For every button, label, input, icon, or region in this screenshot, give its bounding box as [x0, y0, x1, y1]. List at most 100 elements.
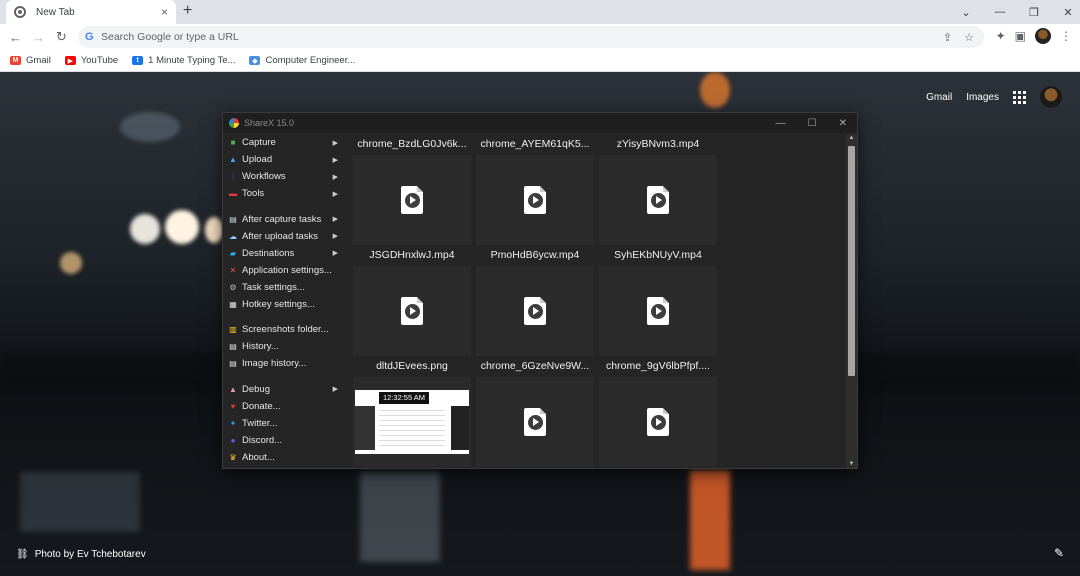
bookmark-star-icon[interactable]: ☆ — [964, 31, 974, 44]
browser-chrome: New Tab × + ⌄ — ❐ ✕ ← → ↻ G Search Googl… — [0, 0, 1080, 72]
menu-item-after-upload-tasks[interactable]: ☁ After upload tasks ▶ — [223, 228, 343, 245]
omnibox-input[interactable]: Search Google or type a URL — [101, 31, 943, 43]
menu-item-after-capture-tasks[interactable]: ▤ After capture tasks ▶ — [223, 211, 343, 228]
sharex-minimize-button[interactable]: — — [776, 118, 786, 129]
tab-strip: New Tab × + ⌄ — ❐ ✕ — [0, 0, 1080, 24]
tab-title: New Tab — [36, 6, 75, 18]
scroll-down-arrow-icon[interactable]: ▼ — [846, 461, 857, 467]
file-thumbnail[interactable] — [476, 155, 594, 245]
google-apps-icon[interactable] — [1013, 90, 1026, 104]
typing-icon: t — [132, 56, 144, 65]
file-thumbnail[interactable] — [599, 155, 717, 245]
omnibox[interactable]: G Search Google or type a URL ⇪ ☆ — [78, 26, 984, 48]
submenu-arrow-icon: ▶ — [332, 386, 338, 393]
bookmark-typing[interactable]: t 1 Minute Typing Te... — [132, 55, 235, 66]
customize-pencil-icon[interactable]: ✎ — [1054, 546, 1064, 560]
menu-item-label: Hotkey settings... — [242, 298, 315, 310]
after-capture-icon: ▤ — [229, 214, 237, 224]
file-tile[interactable]: dltdJEvees.png 12:32:55 AM — [353, 357, 471, 467]
bookmark-gmail[interactable]: M Gmail — [10, 55, 51, 66]
menu-item-workflows[interactable]: ⁞ Workflows ▶ — [223, 168, 343, 185]
sharex-titlebar[interactable]: ShareX 15.0 — ☐ ✕ — [223, 113, 857, 133]
file-tile[interactable]: chrome_9gV6lbPfpf.... — [599, 357, 717, 467]
task-settings-icon: ⚙ — [229, 282, 237, 292]
back-arrow-icon[interactable]: ← — [4, 30, 27, 45]
menu-item-label: History... — [242, 341, 279, 352]
submenu-arrow-icon: ▶ — [332, 216, 338, 223]
scroll-up-arrow-icon[interactable]: ▲ — [846, 135, 857, 141]
extensions-puzzle-icon[interactable]: ✦ — [996, 29, 1006, 43]
file-thumbnail[interactable] — [353, 155, 471, 245]
tab-search-icon[interactable]: ⌄ — [949, 6, 983, 19]
new-tab-button[interactable]: + — [183, 2, 192, 20]
forward-arrow-icon[interactable]: → — [27, 30, 50, 45]
close-window-button[interactable]: ✕ — [1051, 6, 1080, 19]
tab-new-tab[interactable]: New Tab × — [6, 0, 176, 24]
photo-credit[interactable]: ⛓ Photo by Ev Tchebotarev — [16, 549, 146, 560]
menu-item-screenshots-folder[interactable]: ▥ Screenshots folder... — [223, 321, 343, 338]
file-tile[interactable]: zYisyBNvm3.mp4 — [599, 135, 717, 245]
side-panel-icon[interactable]: ▣ — [1015, 29, 1026, 43]
bookmark-diamond[interactable]: ◆ Computer Engineer... — [249, 55, 355, 66]
menu-item-debug[interactable]: ▲ Debug ▶ — [223, 381, 343, 398]
tab-close-icon[interactable]: × — [161, 5, 168, 19]
menu-item-donate[interactable]: ♥ Donate... — [223, 398, 343, 415]
file-tile[interactable]: chrome_AYEM61qK5... — [476, 135, 594, 245]
minimize-button[interactable]: — — [983, 6, 1017, 18]
file-thumbnail[interactable] — [599, 377, 717, 467]
kebab-menu-icon[interactable]: ⋮ — [1060, 29, 1072, 43]
bookmark-youtube[interactable]: ▶ YouTube — [64, 55, 118, 66]
bokeh-light — [700, 72, 730, 108]
workflows-icon: ⁞ — [231, 172, 235, 181]
video-file-icon — [401, 186, 423, 214]
destinations-icon: ▰ — [229, 248, 237, 258]
sharex-close-button[interactable]: ✕ — [839, 118, 847, 129]
youtube-icon: ▶ — [64, 56, 76, 65]
profile-avatar-icon[interactable] — [1035, 28, 1051, 44]
menu-item-upload[interactable]: ▲ Upload ▶ — [223, 151, 343, 168]
sharex-scrollbar[interactable]: ▲ ▼ — [846, 134, 857, 468]
file-tile[interactable]: chrome_BzdLG0Jv6k... — [353, 135, 471, 245]
scrollbar-thumb[interactable] — [848, 146, 855, 376]
menu-item-about[interactable]: ♛ About... — [223, 449, 343, 466]
menu-item-application-settings[interactable]: ✕ Application settings... — [223, 262, 343, 279]
menu-item-label: Upload — [242, 154, 273, 165]
menu-item-task-settings[interactable]: ⚙ Task settings... — [223, 279, 343, 296]
menu-item-image-history[interactable]: ▤ Image history... — [223, 355, 343, 372]
menu-item-twitter[interactable]: ✦ Twitter... — [223, 415, 343, 432]
menu-item-capture[interactable]: ■ Capture ▶ — [223, 134, 343, 151]
diamond-icon: ◆ — [249, 56, 261, 65]
play-icon — [404, 303, 420, 319]
history-icon: ▤ — [229, 342, 237, 351]
share-icon[interactable]: ⇪ — [943, 31, 952, 44]
file-tile[interactable]: PmoHdB6ycw.mp4 — [476, 246, 594, 356]
window-controls: ⌄ — ❐ ✕ — [949, 0, 1080, 24]
restore-button[interactable]: ❐ — [1017, 6, 1051, 19]
sharex-maximize-button[interactable]: ☐ — [808, 118, 817, 129]
account-avatar[interactable] — [1040, 86, 1062, 108]
sharex-main-menu: ■ Capture ▶ ▲ Upload ▶ ⁞ Workflows ▶ ▬ Tools ▶ ▤ Afte… — [223, 134, 343, 466]
file-name: chrome_BzdLG0Jv6k... — [357, 138, 467, 150]
capture-icon: ■ — [230, 138, 236, 147]
reload-icon[interactable]: ↻ — [50, 29, 73, 45]
gmail-link[interactable]: Gmail — [926, 92, 952, 103]
toolbar-right: ✦ ▣ ⋮ — [996, 28, 1072, 44]
bokeh-light — [60, 252, 82, 274]
file-tile[interactable]: JSGDHnxlwJ.mp4 — [353, 246, 471, 356]
file-thumbnail[interactable] — [476, 266, 594, 356]
file-tile[interactable]: SyhEKbNUyV.mp4 — [599, 246, 717, 356]
file-name: zYisyBNvm3.mp4 — [616, 138, 700, 150]
google-g-icon: G — [85, 31, 94, 43]
menu-item-history[interactable]: ▤ History... — [223, 338, 343, 355]
menu-item-tools[interactable]: ▬ Tools ▶ — [223, 185, 343, 202]
file-thumbnail[interactable]: 12:32:55 AM — [353, 377, 471, 467]
bokeh-light — [165, 210, 199, 244]
menu-item-discord[interactable]: ● Discord... — [223, 432, 343, 449]
file-tile[interactable]: chrome_6GzeNve9W... — [476, 357, 594, 467]
file-thumbnail[interactable] — [353, 266, 471, 356]
file-thumbnail[interactable] — [476, 377, 594, 467]
menu-item-hotkey-settings[interactable]: ▦ Hotkey settings... — [223, 296, 343, 313]
file-thumbnail[interactable] — [599, 266, 717, 356]
menu-item-destinations[interactable]: ▰ Destinations ▶ — [223, 245, 343, 262]
images-link[interactable]: Images — [966, 92, 999, 103]
